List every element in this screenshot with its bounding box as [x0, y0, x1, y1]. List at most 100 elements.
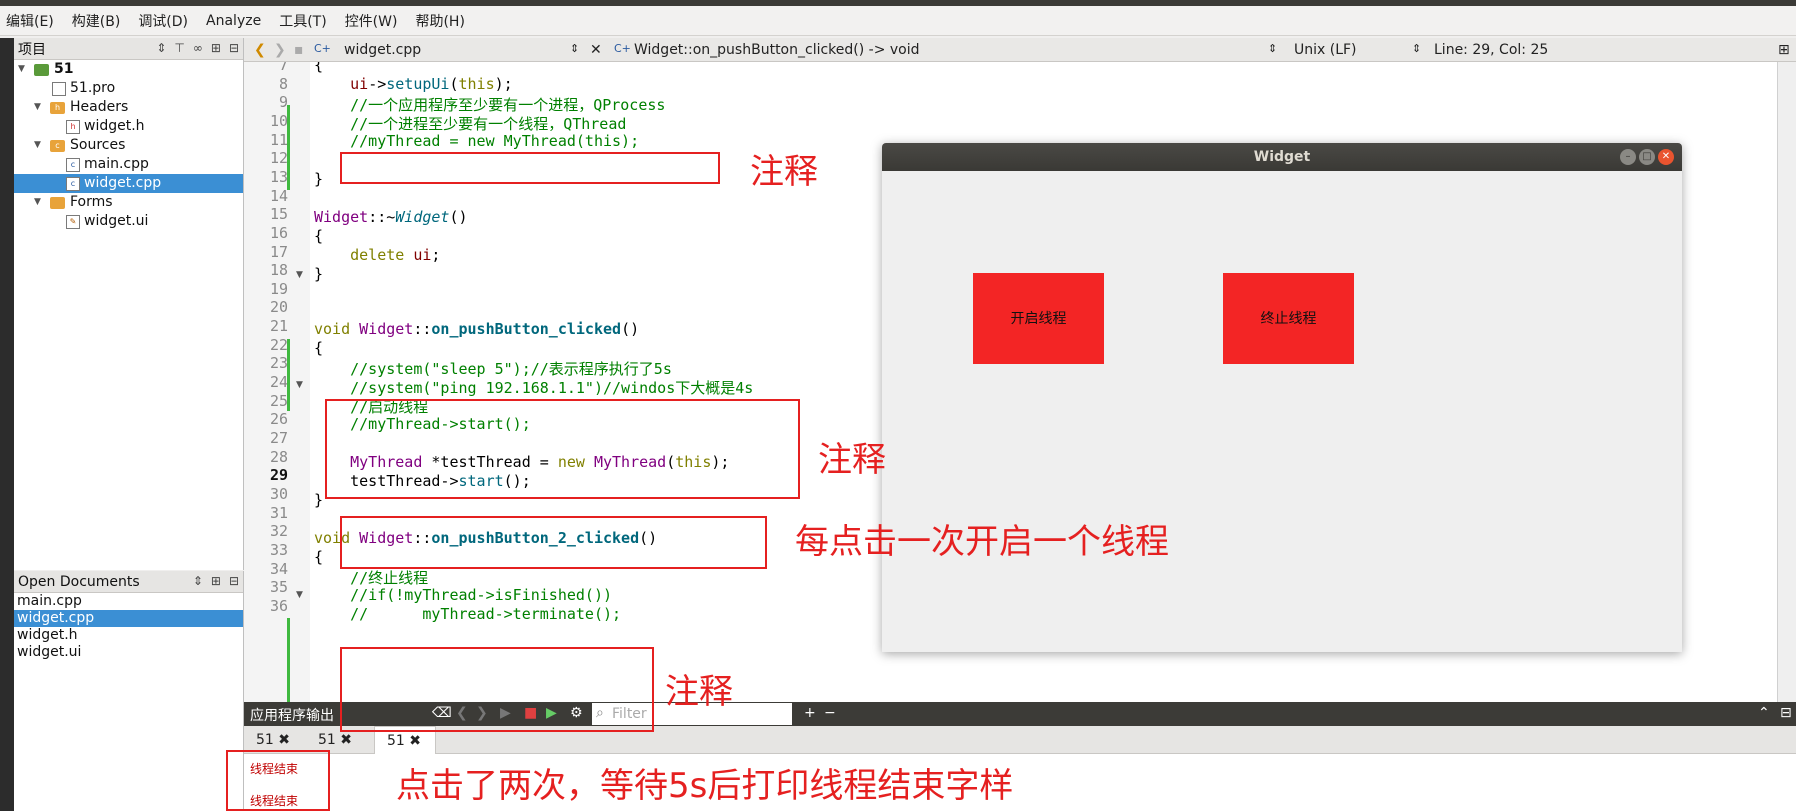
tree-item-forms[interactable]: ▼ Forms — [14, 193, 243, 212]
add-icon[interactable]: + — [804, 705, 816, 721]
line-number: 8 — [278, 74, 288, 93]
fold-arrow-icon[interactable]: ▼ — [296, 270, 303, 280]
tree-item-label: Forms — [70, 194, 113, 210]
line-number: 23 — [269, 354, 288, 373]
code-line: { — [314, 62, 324, 74]
tree-item-main-cpp[interactable]: c main.cpp — [14, 155, 243, 174]
menu-analyze[interactable]: Analyze — [204, 11, 263, 31]
menu-debug[interactable]: 调试(D) — [136, 9, 190, 33]
cursor-position[interactable]: Line: 29, Col: 25 — [1434, 42, 1548, 58]
ui-file-icon: ✎ — [66, 215, 80, 229]
line-number: 16 — [269, 223, 288, 242]
open-doc-item[interactable]: main.cpp — [14, 593, 243, 610]
line-number: 13 — [269, 167, 288, 186]
stop-thread-button[interactable]: 终止线程 — [1223, 273, 1354, 364]
tree-item-widget-cpp[interactable]: c widget.cpp — [14, 174, 243, 193]
code-line: //system("ping 192.168.1.1")//windos下大概是… — [350, 379, 754, 397]
symbol-icon: C+ — [614, 42, 631, 55]
open-doc-item[interactable]: widget.cpp — [14, 610, 243, 627]
expand-arrow-icon[interactable]: ▼ — [34, 136, 41, 155]
split-editor-icon[interactable]: ⊞ — [1778, 42, 1790, 58]
open-doc-item[interactable]: widget.ui — [14, 644, 243, 661]
fold-arrow-icon[interactable]: ▼ — [296, 380, 303, 390]
change-marker — [287, 105, 290, 190]
menu-tools[interactable]: 工具(T) — [277, 9, 328, 33]
line-number: 15 — [269, 205, 288, 224]
annotation-box — [226, 750, 330, 811]
tree-item-headers[interactable]: ▼ h Headers — [14, 98, 243, 117]
menu-help[interactable]: 帮助(H) — [413, 9, 466, 33]
fold-arrow-icon[interactable]: ▼ — [296, 590, 303, 600]
folder-icon — [50, 197, 65, 209]
split-icon[interactable]: ⊞ — [211, 574, 221, 588]
line-number: 28 — [269, 447, 288, 466]
tree-item-label: 51.pro — [70, 80, 116, 96]
tree-item-project[interactable]: ▼ 51 — [14, 60, 243, 79]
remove-icon[interactable]: − — [824, 705, 836, 721]
code-line: //myThread = new MyThread(this); — [350, 132, 640, 150]
filter-icon[interactable]: ⊤ — [174, 41, 184, 55]
line-number: 21 — [269, 317, 288, 336]
code-line: Widget::~Widget() — [314, 208, 468, 226]
maximize-pane-icon[interactable]: ⌃ — [1758, 705, 1770, 721]
tree-item-widget-ui[interactable]: ✎ widget.ui — [14, 212, 243, 231]
annotation-text: 注释 — [818, 440, 886, 480]
link-icon[interactable]: ∞ — [193, 41, 203, 55]
widget-window-title: Widget — [882, 143, 1682, 171]
close-tab-icon[interactable]: ✖ — [340, 732, 352, 748]
menu-edit[interactable]: 编辑(E) — [4, 9, 56, 33]
close-tab-icon[interactable]: ✖ — [278, 732, 290, 748]
expand-arrow-icon[interactable]: ▼ — [34, 98, 41, 117]
projects-panel-title: 项目 — [18, 41, 46, 58]
line-number: 24 — [269, 373, 288, 392]
line-number: 29 — [269, 466, 288, 485]
symbol-dropdown-icon[interactable]: ⇕ — [1268, 42, 1277, 55]
annotation-text: 点击了两次，等待5s后打印线程结束字样 — [396, 766, 1014, 806]
file-dropdown-icon[interactable]: ⇕ — [570, 42, 579, 55]
line-ending-dropdown-icon[interactable]: ⇕ — [1412, 42, 1421, 55]
sort-icon[interactable]: ⇕ — [156, 41, 166, 55]
open-documents-header: Open Documents ⇕ ⊞ ⊟ — [14, 571, 243, 593]
start-thread-button[interactable]: 开启线程 — [973, 273, 1104, 364]
close-file-icon[interactable]: ✕ — [590, 42, 602, 58]
sort-icon[interactable]: ⇕ — [193, 574, 203, 588]
close-panel-icon[interactable]: ⊟ — [229, 41, 239, 55]
tree-item-sources[interactable]: ▼ c Sources — [14, 136, 243, 155]
open-doc-item[interactable]: widget.h — [14, 627, 243, 644]
menubar: 编辑(E) 构建(B) 调试(D) Analyze 工具(T) 控件(W) 帮助… — [0, 6, 1796, 36]
annotation-text: 每点击一次开启一个线程 — [795, 522, 1169, 562]
folder-icon: h — [50, 102, 65, 114]
expand-arrow-icon[interactable]: ▼ — [34, 193, 41, 212]
tree-item-widget-h[interactable]: h widget.h — [14, 117, 243, 136]
menu-build[interactable]: 构建(B) — [70, 9, 123, 33]
close-tab-icon[interactable]: ✖ — [409, 733, 421, 749]
expand-arrow-icon[interactable]: ▼ — [18, 60, 25, 79]
close-icon[interactable]: ✕ — [1658, 149, 1674, 165]
maximize-icon[interactable]: □ — [1639, 149, 1655, 165]
header-file-icon: h — [66, 120, 80, 134]
code-line: { — [314, 548, 324, 566]
line-number: 25 — [269, 391, 288, 410]
change-marker — [287, 618, 290, 702]
line-number: 26 — [269, 410, 288, 429]
forward-icon[interactable]: ❯ — [274, 42, 286, 58]
code-line: //system("sleep 5");//表示程序执行了5s — [350, 360, 672, 378]
current-file-name[interactable]: widget.cpp — [344, 42, 421, 58]
close-pane-icon[interactable]: ⊟ — [1780, 705, 1792, 721]
output-pane-title: 应用程序输出 — [250, 708, 334, 724]
current-symbol[interactable]: Widget::on_pushButton_clicked() -> void — [634, 42, 920, 58]
back-icon[interactable]: ❮ — [254, 42, 266, 58]
line-ending-select[interactable]: Unix (LF) — [1294, 42, 1357, 58]
split-icon[interactable]: ⊞ — [211, 41, 221, 55]
minimize-icon[interactable]: – — [1620, 149, 1636, 165]
code-line: //一个应用程序至少要有一个进程，QProcess — [350, 96, 666, 114]
open-documents-title: Open Documents — [18, 573, 140, 590]
close-panel-icon[interactable]: ⊟ — [229, 574, 239, 588]
cpp-file-icon: C+ — [314, 42, 331, 55]
tree-item-pro-file[interactable]: 51.pro — [14, 79, 243, 98]
line-number: 17 — [269, 242, 288, 261]
editor-scrollbar[interactable] — [1777, 62, 1796, 702]
line-number: 11 — [269, 130, 288, 149]
menu-widgets[interactable]: 控件(W) — [343, 9, 400, 33]
line-number: 34 — [269, 559, 288, 578]
